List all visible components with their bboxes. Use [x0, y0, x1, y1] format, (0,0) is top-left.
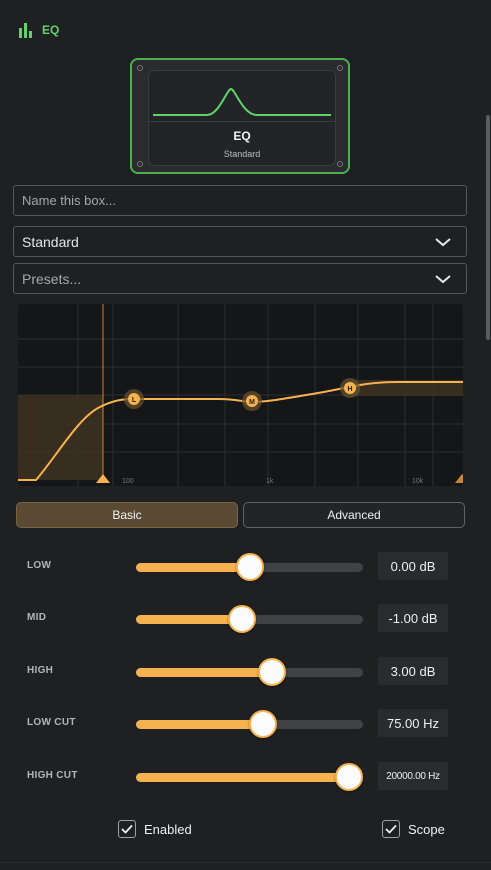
slider-fill: [136, 668, 273, 677]
screw-icon: [137, 161, 143, 167]
slider-track-low-cut[interactable]: [136, 710, 363, 738]
slider-fill: [136, 563, 250, 572]
device-card[interactable]: EQ Standard: [130, 58, 350, 174]
chevron-down-icon: [435, 275, 451, 284]
eq-graph-canvas: L M H 100 1k 10k: [18, 304, 463, 486]
divider: [0, 862, 491, 863]
scrollbar[interactable]: [486, 115, 490, 340]
presets-select[interactable]: Presets...: [13, 263, 467, 294]
mode-select[interactable]: Standard: [13, 226, 467, 257]
band-label-mid: M: [249, 399, 255, 406]
header-title: EQ: [42, 23, 60, 37]
card-preset: Standard: [223, 149, 261, 159]
band-handle-low[interactable]: L: [124, 389, 144, 409]
scope-checkbox[interactable]: Scope: [382, 820, 445, 838]
slider-thumb[interactable]: [227, 605, 256, 633]
eq-thumbnail-curve: [153, 87, 331, 116]
slider-thumb[interactable]: [235, 553, 264, 581]
card-display: EQ Standard: [148, 70, 336, 166]
band-handle-high[interactable]: H: [340, 378, 360, 398]
freq-label-100: 100: [122, 478, 134, 485]
slider-label-mid: MID: [27, 612, 47, 623]
enabled-label: Enabled: [144, 821, 192, 837]
checkbox-box[interactable]: [382, 820, 400, 838]
slider-track-mid[interactable]: [136, 605, 363, 633]
slider-track-low[interactable]: [136, 553, 363, 581]
slider-fill: [136, 615, 242, 624]
scope-label: Scope: [408, 821, 445, 837]
slider-label-low: LOW: [27, 560, 52, 571]
checkmark-icon: [121, 824, 133, 834]
slider-fill: [136, 720, 264, 729]
slider-fill: [136, 773, 350, 782]
screw-icon: [337, 65, 343, 71]
slider-row-low: LOW 0.00 dB: [0, 552, 491, 582]
slider-thumb[interactable]: [335, 763, 364, 791]
slider-track-high-cut[interactable]: [136, 763, 364, 791]
band-label-low: L: [132, 397, 137, 404]
name-field-container: [13, 185, 467, 216]
slider-row-high-cut: HIGH CUT 20000.00 Hz: [0, 762, 491, 792]
screw-icon: [137, 65, 143, 71]
eq-graph[interactable]: L M H 100 1k 10k: [18, 304, 463, 486]
slider-thumb[interactable]: [249, 710, 278, 738]
slider-row-high: HIGH 3.00 dB: [0, 657, 491, 687]
presets-placeholder: Presets...: [22, 270, 82, 287]
card-name: EQ: [233, 129, 251, 143]
tab-basic[interactable]: Basic: [16, 502, 238, 528]
value-box-high-cut[interactable]: 20000.00 Hz: [378, 762, 448, 790]
slider-row-low-cut: LOW CUT 75.00 Hz: [0, 709, 491, 739]
slider-thumb[interactable]: [258, 658, 287, 686]
header: EQ: [18, 22, 59, 38]
value-box-mid[interactable]: -1.00 dB: [378, 604, 448, 632]
band-handle-mid[interactable]: M: [242, 391, 262, 411]
slider-track-high[interactable]: [136, 658, 363, 686]
checkbox-box[interactable]: [118, 820, 136, 838]
high-cut-marker-icon[interactable]: [455, 474, 463, 483]
band-label-high: H: [347, 386, 352, 393]
value-box-low[interactable]: 0.00 dB: [378, 552, 448, 580]
slider-label-high-cut: HIGH CUT: [27, 770, 78, 781]
slider-label-high: HIGH: [27, 665, 54, 676]
slider-row-mid: MID -1.00 dB: [0, 604, 491, 634]
mode-select-value: Standard: [22, 233, 79, 250]
screw-icon: [337, 161, 343, 167]
name-input[interactable]: [22, 193, 458, 208]
equalizer-bars-icon: [19, 23, 32, 38]
checkmark-icon: [385, 824, 397, 834]
value-box-high[interactable]: 3.00 dB: [378, 657, 448, 685]
chevron-down-icon: [435, 238, 451, 247]
slider-label-low-cut: LOW CUT: [27, 717, 76, 728]
tab-advanced[interactable]: Advanced: [243, 502, 465, 528]
enabled-checkbox[interactable]: Enabled: [118, 820, 192, 838]
freq-label-10k: 10k: [412, 478, 424, 485]
value-box-low-cut[interactable]: 75.00 Hz: [378, 709, 448, 737]
freq-label-1k: 1k: [266, 478, 274, 485]
